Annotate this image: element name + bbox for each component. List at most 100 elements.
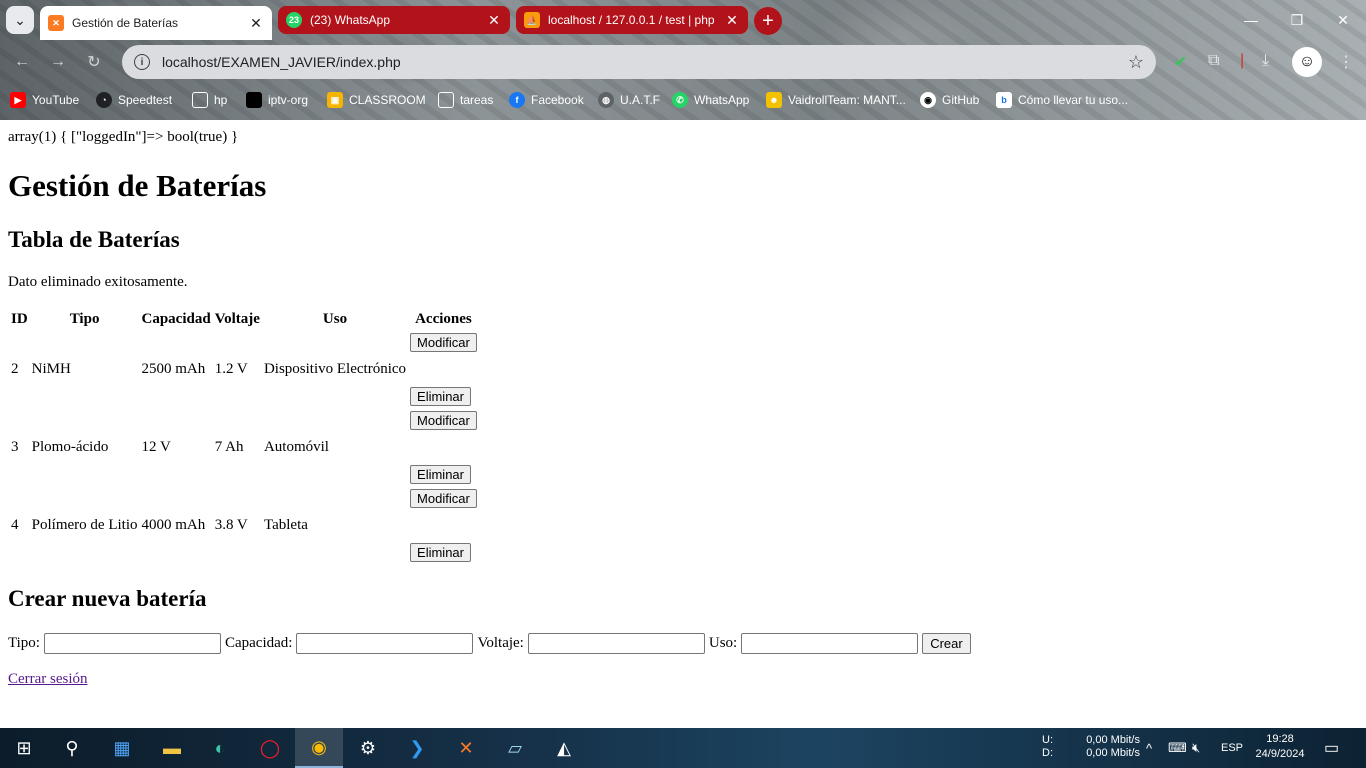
bookmark-uatf[interactable]: ◍ U.A.T.F [598, 88, 660, 112]
bookmark-facebook[interactable]: f Facebook [509, 88, 584, 112]
edge-icon[interactable]: ◐ [196, 728, 244, 768]
table-row: 3 Plomo-ácido 12 V 7 Ah Automóvil Modifi… [10, 409, 478, 485]
chevron-up-icon[interactable]: ^ [1146, 728, 1152, 768]
clock[interactable]: 19:28 24/9/2024 [1252, 732, 1308, 762]
chrome-icon[interactable]: ◉ [295, 728, 343, 768]
window-controls: — ❐ ✕ [1228, 0, 1366, 40]
url-text[interactable]: localhost/EXAMEN_JAVIER/index.php [162, 54, 1128, 70]
bookmark-iptv-org[interactable]: iptv-org [246, 88, 308, 112]
iptv-icon [246, 92, 262, 108]
tipo-input[interactable] [43, 633, 221, 654]
toolbar: ← → ↻ i localhost/EXAMEN_JAVIER/index.ph… [0, 40, 1366, 84]
create-button[interactable]: Crear [922, 633, 971, 654]
delete-button[interactable]: Eliminar [410, 543, 471, 562]
tab-phpmyadmin[interactable]: ⛵ localhost / 127.0.0.1 / test | php ✕ [516, 6, 748, 34]
search-icon[interactable]: ⚲ [48, 728, 96, 768]
bookmark-star-icon[interactable]: ☆ [1128, 52, 1144, 73]
tab-search-button[interactable]: ⌄ [6, 6, 34, 34]
table-row: 2 NiMH 2500 mAh 1.2 V Dispositivo Electr… [10, 331, 478, 407]
speedtest-icon: ◔ [96, 92, 112, 108]
close-icon[interactable]: ✕ [486, 12, 502, 29]
divider-icon: | [1240, 52, 1245, 69]
xampp-icon[interactable]: ✕ [442, 728, 490, 768]
opera-icon[interactable]: ◯ [246, 728, 294, 768]
cell-tipo: NiMH [31, 360, 71, 377]
tab-gestion-baterias[interactable]: ✕ Gestión de Baterías ✕ [40, 6, 272, 40]
shield-check-icon[interactable]: ✔ [1174, 52, 1187, 72]
delete-button[interactable]: Eliminar [410, 465, 471, 484]
language-indicator[interactable]: ESP [1221, 728, 1243, 768]
network-speed-labels: U: D: [1042, 734, 1053, 760]
bookmark-como-llevar[interactable]: b Cómo llevar tu uso... [996, 88, 1128, 112]
cell-capacidad: 12 V [141, 438, 171, 455]
github-icon: ◉ [920, 92, 936, 108]
folder-icon [438, 92, 454, 108]
voltaje-input[interactable] [527, 633, 705, 654]
cell-capacidad: 4000 mAh [141, 516, 206, 533]
bookmark-hp[interactable]: hp [192, 88, 227, 112]
cell-uso: Dispositivo Electrónico [263, 360, 407, 377]
menu-kebab-icon[interactable]: ⋮ [1338, 52, 1354, 72]
close-icon[interactable]: ✕ [724, 12, 740, 29]
table-heading: Tabla de Baterías [8, 227, 180, 252]
download-icon[interactable]: ⤓ [1262, 52, 1269, 70]
modify-button[interactable]: Modificar [410, 411, 477, 430]
logout-link[interactable]: Cerrar sesión [8, 671, 88, 688]
network-speed-values: 0,00 Mbit/s 0,00 Mbit/s [1082, 734, 1140, 760]
bookmark-github[interactable]: ◉ GitHub [920, 88, 979, 112]
cell-acciones: Modificar Eliminar [409, 409, 478, 485]
plus-icon: + [762, 9, 774, 32]
extensions-icon[interactable]: ⧉ [1208, 52, 1219, 70]
bookmark-youtube[interactable]: ▶ YouTube [10, 88, 79, 112]
bookmark-label: iptv-org [268, 93, 309, 107]
bookmark-label: Facebook [531, 93, 584, 107]
minimize-icon[interactable]: — [1228, 0, 1274, 40]
notepad-icon[interactable]: ▱ [491, 728, 539, 768]
column-header-capacidad: Capacidad [141, 311, 211, 327]
notifications-icon[interactable]: ▭ [1324, 728, 1339, 768]
youtube-icon: ▶ [10, 92, 26, 108]
vscode-icon[interactable]: ❯ [393, 728, 441, 768]
uso-input[interactable] [741, 633, 919, 654]
bookmark-tareas[interactable]: tareas [438, 88, 493, 112]
delete-button[interactable]: Eliminar [410, 387, 471, 406]
file-explorer-icon[interactable]: ▬ [148, 728, 196, 768]
tab-whatsapp[interactable]: 23 (23) WhatsApp ✕ [278, 6, 510, 34]
network-icon[interactable]: ⌨ [1168, 728, 1187, 768]
modify-button[interactable]: Modificar [410, 333, 477, 352]
bookmark-whatsapp[interactable]: ✆ WhatsApp [672, 88, 749, 112]
voltaje-label: Voltaje: [477, 635, 524, 651]
clock-date: 24/9/2024 [1255, 748, 1305, 760]
folder-icon [192, 92, 208, 108]
bookmark-speedtest[interactable]: ◔ Speedtest [96, 88, 172, 112]
session-dump: array(1) { ["loggedIn"]=> bool(true) } [8, 129, 239, 145]
bookmark-vaidrollteam[interactable]: ☻ VaidrollTeam: MANT... [766, 88, 906, 112]
bookmark-classroom[interactable]: ▣ CLASSROOM [327, 88, 426, 112]
reload-icon[interactable]: ↻ [82, 50, 106, 74]
download-speed: 0,00 Mbit/s [1086, 747, 1140, 759]
new-tab-button[interactable]: + [754, 7, 782, 35]
volume-muted-icon[interactable]: 🔇︎ [1192, 728, 1200, 768]
bookmark-label: VaidrollTeam: MANT... [788, 93, 906, 107]
bookmark-label: WhatsApp [694, 93, 750, 107]
capacidad-input[interactable] [296, 633, 474, 654]
photos-icon[interactable]: ◭ [540, 728, 588, 768]
tipo-label: Tipo: [8, 635, 40, 651]
cell-acciones: Modificar Eliminar [409, 331, 478, 407]
address-bar[interactable]: i localhost/EXAMEN_JAVIER/index.php ☆ [122, 45, 1156, 79]
cell-tipo: Plomo-ácido [31, 438, 109, 455]
windows-start-icon[interactable]: ⊞ [0, 728, 48, 768]
settings-gear-icon[interactable]: ⚙ [344, 728, 392, 768]
forward-icon[interactable]: → [46, 50, 70, 74]
bookmark-label: tareas [460, 93, 494, 107]
modify-button[interactable]: Modificar [410, 489, 477, 508]
info-icon[interactable]: i [134, 54, 150, 70]
store-icon[interactable]: ▦ [98, 728, 146, 768]
profile-avatar[interactable]: ☺ [1292, 47, 1322, 77]
back-icon[interactable]: ← [10, 50, 34, 74]
clock-time: 19:28 [1266, 733, 1294, 745]
close-icon[interactable]: ✕ [248, 15, 264, 32]
restore-icon[interactable]: ❐ [1274, 0, 1320, 40]
tab-strip: ⌄ ✕ Gestión de Baterías ✕ 23 (23) WhatsA… [0, 0, 1366, 40]
close-window-icon[interactable]: ✕ [1320, 0, 1366, 40]
